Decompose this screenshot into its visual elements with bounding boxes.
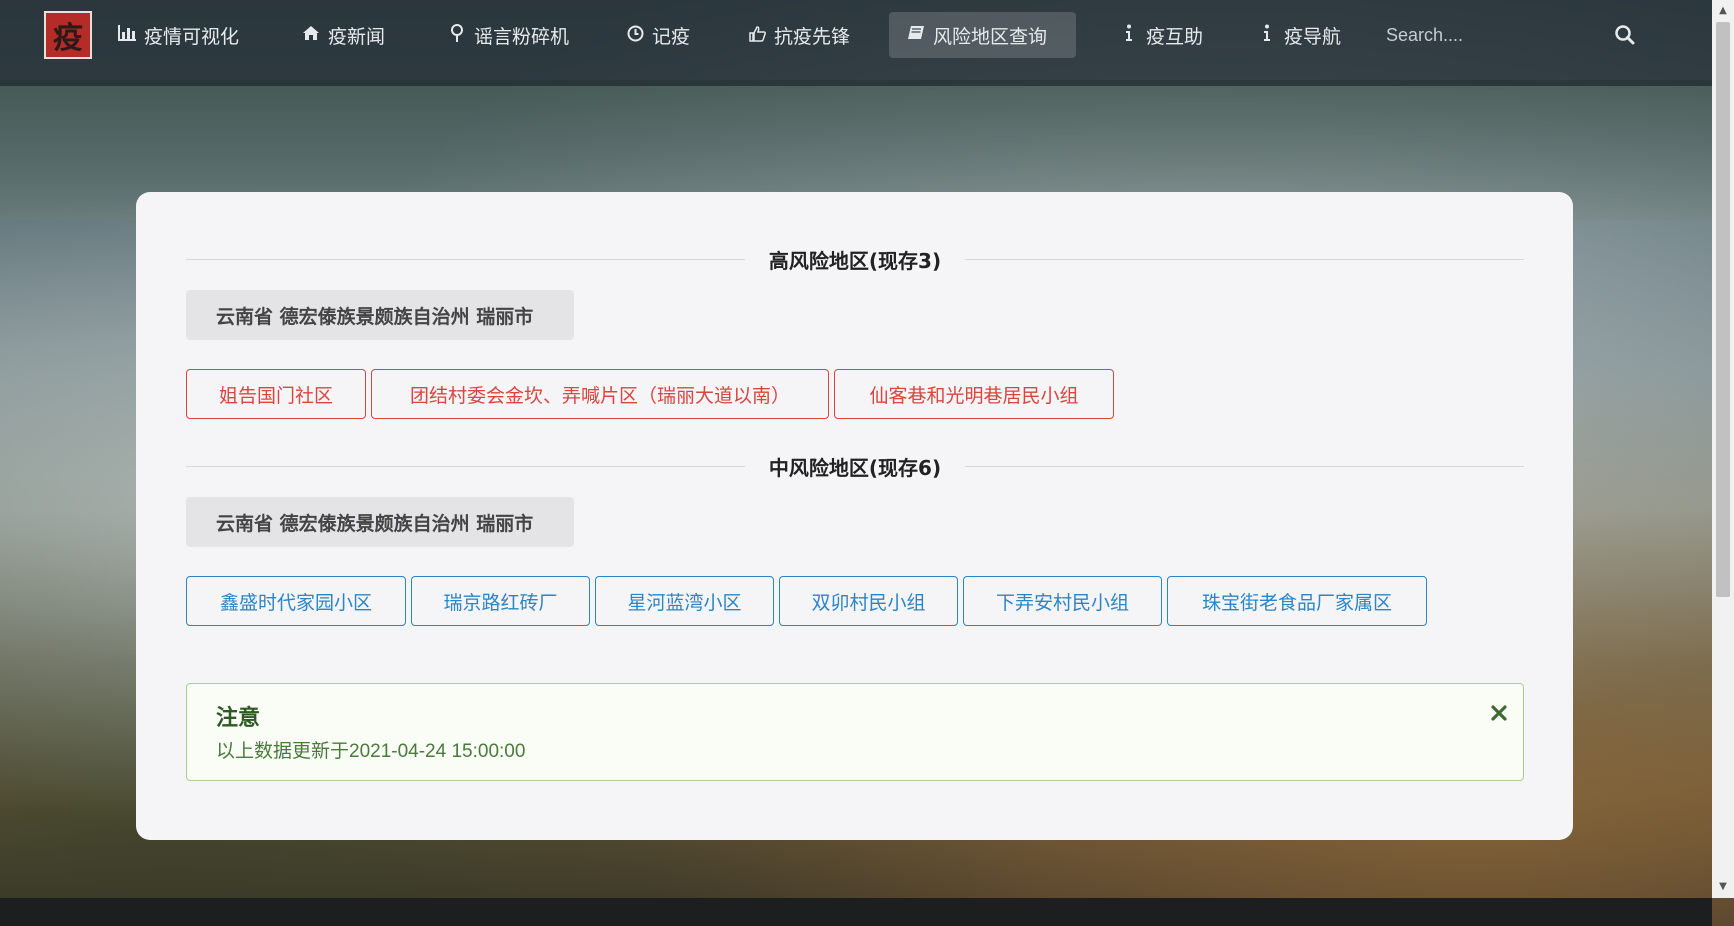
nav-label: 疫导航 — [1284, 25, 1342, 48]
nav-label: 疫新闻 — [328, 25, 386, 48]
nav-label: 疫互助 — [1146, 25, 1204, 48]
risk-area-card: 高风险地区(现存3) 云南省 德宏傣族景颇族自治州 瑞丽市 姐告国门社区 团结村… — [136, 192, 1573, 840]
scroll-up-arrow-icon[interactable]: ▲ — [1712, 2, 1734, 20]
search-input[interactable] — [1384, 19, 1588, 51]
divider-line — [965, 465, 1525, 467]
nav-item-mutual-aid[interactable]: 疫互助 — [1102, 12, 1221, 58]
search-box — [1384, 18, 1636, 52]
page-scrollbar[interactable]: ▲ ▼ — [1712, 0, 1734, 898]
nav-label: 疫情可视化 — [144, 25, 240, 48]
mid-risk-area-chip[interactable]: 珠宝街老食品厂家属区 — [1167, 576, 1427, 626]
top-navbar: 疫 疫情可视化 疫新闻 谣言粉碎机 记疫 抗疫先锋 风险地区查询 疫互助 疫导航… — [0, 0, 1734, 86]
mid-risk-area-chip[interactable]: 星河蓝湾小区 — [595, 576, 774, 626]
bar-chart-icon — [118, 25, 136, 45]
nav-label: 风险地区查询 — [933, 25, 1048, 48]
info-icon — [1120, 24, 1138, 46]
high-risk-title: 高风险地区(现存3) — [768, 248, 942, 273]
alert-title: 注意 — [216, 706, 261, 731]
map-pin-icon — [448, 24, 466, 46]
high-risk-heading: 高风险地区(现存3) — [186, 244, 1525, 274]
nav-item-record[interactable]: 记疫 — [608, 12, 708, 58]
high-risk-area-chip[interactable]: 仙客巷和光明巷居民小组 — [834, 369, 1114, 419]
mid-risk-heading: 中风险地区(现存6) — [186, 451, 1525, 481]
nav-item-pioneers[interactable]: 抗疫先锋 — [730, 12, 868, 58]
nav-item-news[interactable]: 疫新闻 — [284, 12, 403, 58]
nav-item-navigation[interactable]: 疫导航 — [1240, 12, 1359, 58]
nav-item-visualization[interactable]: 疫情可视化 — [100, 12, 257, 58]
mid-risk-title: 中风险地区(现存6) — [768, 455, 942, 480]
update-notice-alert: 注意 以上数据更新于2021-04-24 15:00:00 — [186, 683, 1524, 781]
search-icon[interactable] — [1614, 24, 1636, 46]
nav-label: 谣言粉碎机 — [474, 25, 570, 48]
high-risk-area-chip[interactable]: 团结村委会金坎、弄喊片区（瑞丽大道以南） — [371, 369, 829, 419]
nav-item-rumor[interactable]: 谣言粉碎机 — [430, 12, 587, 58]
high-risk-region: 云南省 德宏傣族景颇族自治州 瑞丽市 — [186, 290, 574, 340]
info-icon — [1258, 24, 1276, 46]
close-icon[interactable] — [1490, 704, 1508, 722]
mid-risk-area-chip[interactable]: 瑞京路红砖厂 — [411, 576, 590, 626]
scroll-down-arrow-icon[interactable]: ▼ — [1712, 878, 1734, 896]
mid-risk-area-chip[interactable]: 鑫盛时代家园小区 — [186, 576, 406, 626]
clock-icon — [626, 25, 644, 46]
mid-risk-region: 云南省 德宏傣族景颇族自治州 瑞丽市 — [186, 497, 574, 547]
scroll-thumb[interactable] — [1716, 22, 1730, 597]
nav-label: 抗疫先锋 — [774, 25, 851, 48]
thumbs-up-icon — [748, 25, 766, 46]
book-icon — [907, 25, 925, 45]
divider-line — [186, 258, 745, 260]
logo-char: 疫 — [53, 21, 83, 56]
footer-bar — [0, 898, 1712, 926]
site-logo[interactable]: 疫 — [44, 11, 92, 59]
divider-line — [186, 465, 745, 467]
nav-item-risk-area[interactable]: 风险地区查询 — [889, 12, 1076, 58]
home-icon — [302, 25, 320, 45]
nav-label: 记疫 — [652, 25, 691, 48]
divider-line — [965, 258, 1525, 260]
mid-risk-area-chip[interactable]: 双卯村民小组 — [779, 576, 958, 626]
alert-text: 以上数据更新于2021-04-24 15:00:00 — [216, 741, 526, 762]
mid-risk-area-chip[interactable]: 下弄安村民小组 — [963, 576, 1162, 626]
high-risk-area-chip[interactable]: 姐告国门社区 — [186, 369, 366, 419]
